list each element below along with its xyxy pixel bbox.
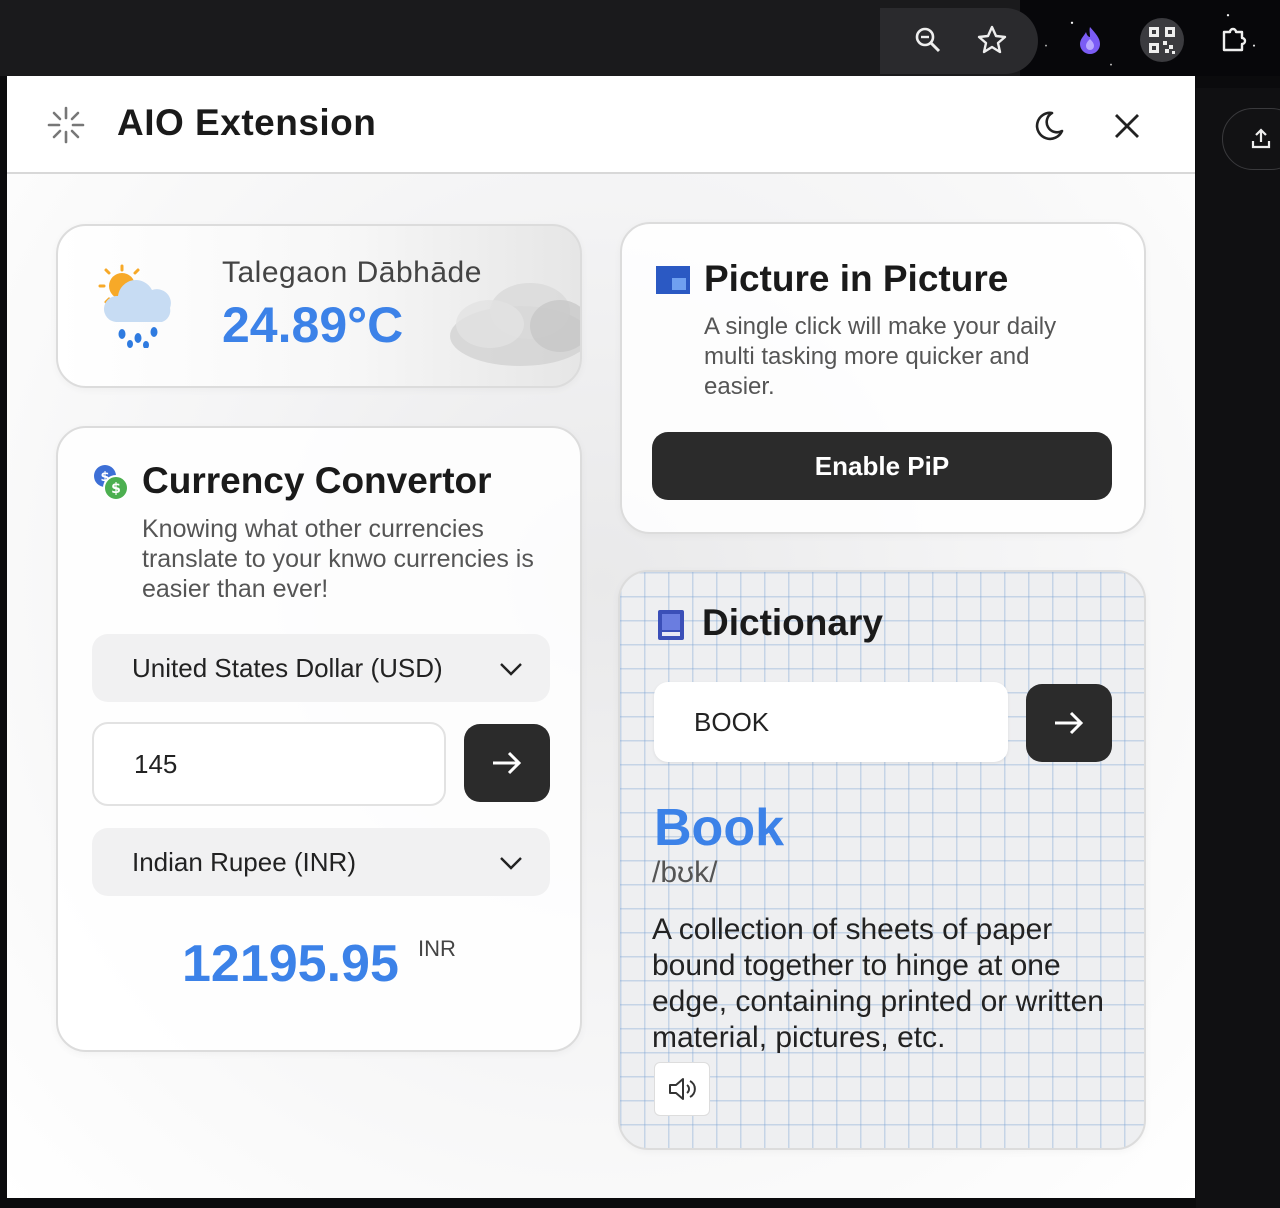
popup-body: Talegaon Dābhāde 24.89°C $ $ Currency Co… xyxy=(7,174,1195,1198)
popup-header: AIO Extension xyxy=(7,76,1195,174)
currency-converter-card: $ $ Currency Convertor Knowing what othe… xyxy=(56,426,582,1052)
weather-temperature: 24.89°C xyxy=(222,297,404,353)
currency-description: Knowing what other currencies translate … xyxy=(142,515,534,603)
arrow-right-icon xyxy=(1055,711,1084,735)
weather-sun-rain-icon xyxy=(98,264,180,353)
pip-description: A single click will make your daily mult… xyxy=(704,313,1057,400)
qr-code-icon[interactable] xyxy=(1140,18,1184,62)
address-bar-end xyxy=(880,8,1038,74)
svg-text:$: $ xyxy=(111,481,121,497)
enable-pip-button[interactable]: Enable PiP xyxy=(652,432,1112,500)
close-icon[interactable] xyxy=(1105,104,1149,148)
pip-title: Picture in Picture xyxy=(704,258,1009,299)
cloud-decoration-icon xyxy=(430,266,580,381)
dictionary-search-button[interactable] xyxy=(1026,684,1112,762)
from-currency-value: United States Dollar (USD) xyxy=(132,652,443,683)
book-icon xyxy=(658,610,684,645)
app-title: AIO Extension xyxy=(117,102,377,143)
pip-card: Picture in Picture A single click will m… xyxy=(620,222,1146,534)
arrow-right-icon xyxy=(493,751,522,775)
dictionary-search-input[interactable] xyxy=(654,682,1008,762)
speaker-icon[interactable] xyxy=(654,1062,710,1116)
to-currency-select[interactable]: Indian Rupee (INR) xyxy=(92,828,550,896)
extension-popup: AIO Extension Talegaon Dābhāde 24.89°C $… xyxy=(7,76,1195,1198)
dictionary-definition: A collection of sheets of paper bound to… xyxy=(652,913,1104,1054)
chevron-down-icon xyxy=(498,656,524,687)
zoom-icon[interactable] xyxy=(906,18,950,62)
dictionary-phonetic: /bʊk/ xyxy=(652,856,718,889)
currency-exchange-icon: $ $ xyxy=(92,462,130,507)
conversion-result-unit: INR xyxy=(418,936,456,961)
convert-button[interactable] xyxy=(464,724,550,802)
from-currency-select[interactable]: United States Dollar (USD) xyxy=(92,634,550,702)
chevron-down-icon xyxy=(498,850,524,881)
extension-flame-icon[interactable] xyxy=(1068,18,1112,62)
dictionary-card: Dictionary Book /bʊk/ A collection of sh… xyxy=(618,570,1146,1150)
pip-window-icon xyxy=(656,266,690,299)
share-upload-icon[interactable] xyxy=(1222,108,1280,170)
browser-side-panel xyxy=(1196,88,1280,1208)
to-currency-value: Indian Rupee (INR) xyxy=(132,846,356,877)
weather-card: Talegaon Dābhāde 24.89°C xyxy=(56,224,582,388)
amount-input[interactable] xyxy=(92,722,446,806)
sparkle-logo-icon xyxy=(45,104,87,151)
currency-title: Currency Convertor xyxy=(142,460,492,501)
browser-toolbar xyxy=(0,0,1280,76)
extensions-puzzle-icon[interactable] xyxy=(1212,18,1256,62)
dictionary-title: Dictionary xyxy=(702,602,883,643)
conversion-result: 12195.95 xyxy=(182,935,399,993)
dictionary-word: Book xyxy=(654,799,784,857)
dark-mode-moon-icon[interactable] xyxy=(1027,104,1071,148)
bookmark-star-icon[interactable] xyxy=(970,18,1014,62)
